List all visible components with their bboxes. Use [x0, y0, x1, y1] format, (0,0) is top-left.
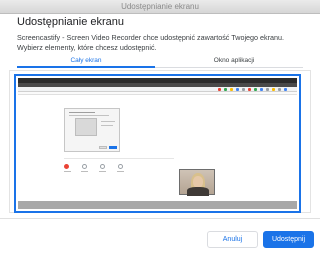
screen-thumbnail[interactable] — [14, 74, 301, 213]
window-titlebar: Udostępnianie ekranu — [0, 0, 320, 14]
share-button[interactable]: Udostępnij — [263, 231, 314, 248]
thumbnail-inner-dialog — [64, 108, 120, 152]
screen-preview-pane — [9, 70, 311, 213]
window-title: Udostępnianie ekranu — [121, 2, 199, 11]
thumbnail-dock — [18, 201, 297, 209]
dialog-heading: Udostępnianie ekranu — [17, 16, 125, 28]
thumbnail-bookmarks-bar — [18, 92, 297, 95]
webcam-preview — [179, 169, 215, 196]
source-tabs: Cały ekran Okno aplikacji — [17, 54, 303, 68]
thumbnail-page-content — [18, 96, 297, 209]
footer-divider — [0, 218, 320, 219]
cancel-button[interactable]: Anuluj — [207, 231, 258, 248]
dialog-description: Screencastify - Screen Video Recorder ch… — [17, 33, 285, 52]
tab-entire-screen[interactable]: Cały ekran — [17, 54, 155, 68]
thumbnail-control-icons — [64, 164, 164, 176]
tab-application-window[interactable]: Okno aplikacji — [165, 54, 303, 67]
